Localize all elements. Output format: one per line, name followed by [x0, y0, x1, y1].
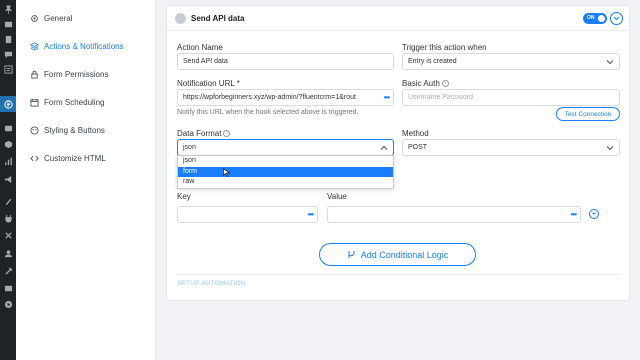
- card-title: Send API data: [191, 14, 245, 23]
- wp-admin-menu: [0, 0, 16, 360]
- setup-automation-link[interactable]: SETUP AUTOMATION: [177, 280, 246, 287]
- users-icon[interactable]: [3, 230, 13, 240]
- lock-icon: [31, 70, 38, 79]
- key-label: Key: [177, 192, 191, 201]
- tools-icon[interactable]: [3, 248, 13, 258]
- palette-icon: [30, 126, 39, 135]
- thumbtack-icon[interactable]: [3, 4, 13, 14]
- settings-icon[interactable]: [3, 266, 13, 276]
- basic-auth-placeholder: Username:Password: [408, 94, 473, 101]
- settings-sidebar: General Actions & Notifications Form Per…: [16, 0, 156, 360]
- sidebar-item-general[interactable]: General: [30, 14, 72, 23]
- fluentforms-icon[interactable]: [0, 96, 16, 112]
- conditional-label: Add Conditional Logic: [360, 249, 449, 260]
- notification-note: Notify this URL when the hook selected a…: [177, 109, 359, 116]
- method-select[interactable]: POST: [402, 139, 620, 156]
- sidebar-item-label: Form Permissions: [44, 70, 109, 79]
- webhook-icon: [175, 13, 186, 24]
- collapse-icon[interactable]: [3, 299, 13, 309]
- add-row-button[interactable]: +: [589, 209, 599, 219]
- notification-url-label: Notification URL *: [177, 79, 240, 88]
- basic-auth-label: Basic Auth i: [402, 79, 449, 88]
- comments-icon[interactable]: [3, 49, 13, 59]
- card-header: Send API data ON: [167, 6, 629, 31]
- calendar-icon: [30, 98, 39, 107]
- basic-auth-input[interactable]: Username:Password: [402, 89, 620, 106]
- mouse-pointer-icon: [223, 168, 230, 177]
- key-input[interactable]: •••: [177, 206, 318, 223]
- analytics-icon[interactable]: [3, 156, 13, 166]
- shortcode-dots-icon[interactable]: •••: [571, 211, 577, 219]
- divider: [177, 274, 620, 275]
- sidebar-item-label: Styling & Buttons: [44, 126, 105, 135]
- sidebar-item-label: Actions & Notifications: [44, 42, 124, 51]
- notification-url-value: https://wpforbeginners.xyz/wp-admin/?flu…: [183, 94, 356, 101]
- gear-icon: [31, 15, 38, 22]
- dropdown-option-raw[interactable]: raw: [178, 177, 393, 188]
- layers-icon: [30, 42, 39, 51]
- sidebar-item-label: Form Scheduling: [44, 98, 105, 107]
- code-icon: [30, 155, 39, 162]
- method-value: POST: [408, 144, 428, 151]
- data-format-value: json: [183, 144, 196, 151]
- dropdown-option-form[interactable]: form: [178, 166, 393, 177]
- sidebar-item-form-scheduling[interactable]: Form Scheduling: [30, 98, 104, 107]
- trigger-select[interactable]: Entry is created: [402, 53, 620, 70]
- pages-icon[interactable]: [3, 34, 13, 44]
- sidebar-item-styling-buttons[interactable]: Styling & Buttons: [30, 126, 105, 135]
- collapse-button[interactable]: [610, 12, 623, 25]
- trigger-label: Trigger this action when: [402, 43, 487, 52]
- sidebar-item-label: Customize HTML: [44, 154, 106, 163]
- plugins-icon[interactable]: [3, 213, 13, 223]
- help-icon[interactable]: i: [223, 130, 231, 138]
- add-conditional-logic-button[interactable]: Add Conditional Logic: [319, 243, 476, 266]
- dropdown-option-json[interactable]: json: [178, 156, 393, 167]
- branch-icon: [348, 251, 355, 258]
- feed-settings-card: Send API data ON Action Name Send API da…: [166, 5, 630, 301]
- sidebar-item-label: General: [44, 14, 73, 23]
- shortcode-dots-icon[interactable]: •••: [384, 94, 390, 102]
- chevron-down-icon: [606, 146, 614, 151]
- woo-icon[interactable]: [3, 123, 13, 133]
- shortcode-dots-icon[interactable]: •••: [308, 211, 314, 219]
- value-label: Value: [327, 192, 347, 201]
- sidebar-item-customize-html[interactable]: Customize HTML: [30, 154, 106, 163]
- toggle-label: ON: [587, 15, 595, 21]
- data-format-label: Data Format i: [177, 129, 231, 138]
- toggle-knob: [598, 15, 605, 22]
- settings-sliders-icon[interactable]: [3, 283, 13, 293]
- chevron-down-icon: [606, 60, 614, 65]
- sidebar-item-actions-notifications[interactable]: Actions & Notifications: [30, 42, 124, 51]
- value-input[interactable]: •••: [327, 206, 581, 223]
- data-format-dropdown: json form raw: [177, 155, 394, 189]
- basic-auth-text: Basic Auth: [402, 79, 440, 88]
- products-icon[interactable]: [3, 139, 13, 149]
- action-name-value: Send API data: [183, 58, 228, 65]
- method-label: Method: [402, 129, 429, 138]
- marketing-icon[interactable]: [3, 174, 13, 184]
- sidebar-item-form-permissions[interactable]: Form Permissions: [30, 70, 108, 79]
- trigger-value: Entry is created: [408, 58, 457, 65]
- chevron-up-icon: [380, 145, 388, 150]
- data-format-select[interactable]: json: [177, 139, 394, 156]
- data-format-text: Data Format: [177, 129, 222, 138]
- appearance-icon[interactable]: [3, 196, 13, 206]
- chevron-down-icon: [613, 16, 620, 21]
- action-name-label: Action Name: [177, 43, 223, 52]
- status-toggle[interactable]: ON: [583, 13, 607, 24]
- media-icon[interactable]: [3, 19, 13, 29]
- notification-url-input[interactable]: https://wpforbeginners.xyz/wp-admin/?flu…: [177, 89, 394, 106]
- help-icon[interactable]: i: [441, 80, 449, 88]
- test-connection-button[interactable]: Test Connection: [556, 107, 620, 121]
- forms-icon[interactable]: [3, 64, 13, 74]
- action-name-input[interactable]: Send API data: [177, 53, 394, 70]
